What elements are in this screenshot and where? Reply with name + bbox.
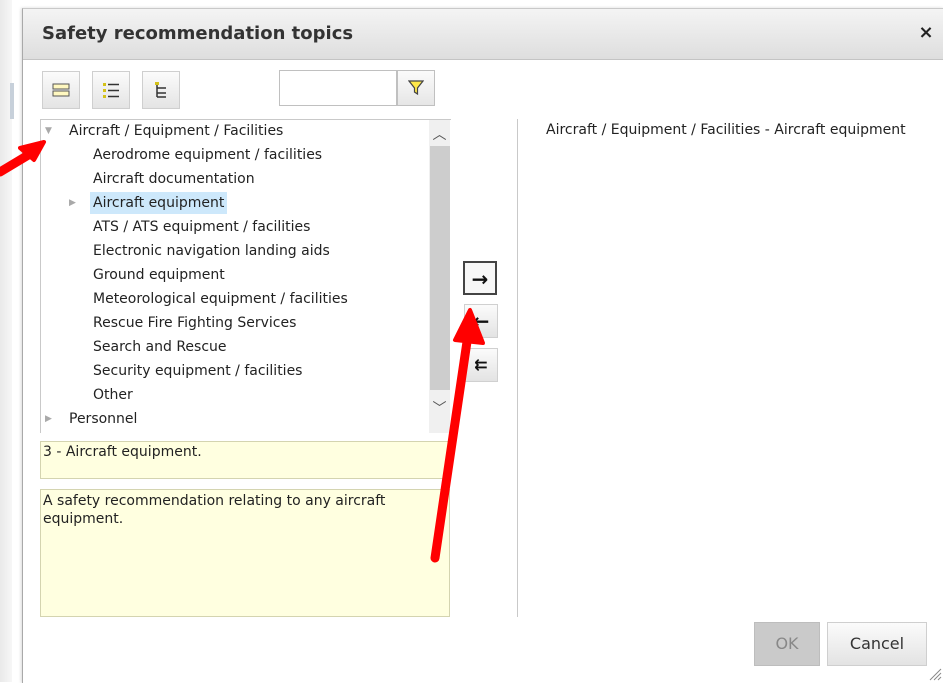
expand-all-icon xyxy=(103,83,119,98)
ok-button[interactable]: OK xyxy=(754,622,820,666)
dialog-titlebar: Safety recommendation topics × xyxy=(23,9,943,60)
search-input[interactable] xyxy=(279,70,397,106)
topics-tree[interactable]: ▼ Aircraft / Equipment / Facilities Aero… xyxy=(40,119,451,433)
collapsed-arrow-icon[interactable]: ▶ xyxy=(45,408,55,430)
dialog-title: Safety recommendation topics xyxy=(42,23,354,44)
remove-topic-button[interactable]: ← xyxy=(464,304,498,338)
collapse-tree-icon xyxy=(155,82,166,98)
list-item[interactable]: Aircraft / Equipment / Facilities - Airc… xyxy=(546,122,906,138)
tree-node-label-selected: Aircraft equipment xyxy=(90,192,228,214)
tree-node-label: Aerodrome equipment / facilities xyxy=(93,147,323,163)
tree-scrollbar[interactable]: ︿ ﹀ xyxy=(429,120,450,433)
tree-node-label: Security equipment / facilities xyxy=(93,363,303,379)
close-icon[interactable]: × xyxy=(916,22,936,44)
tree-node-label: Aircraft documentation xyxy=(93,171,255,187)
topic-description-field: A safety recommendation relating to any … xyxy=(40,489,450,617)
topic-code-field: 3 - Aircraft equipment. xyxy=(40,441,450,479)
cancel-button[interactable]: Cancel xyxy=(827,622,927,666)
tree-node-aircraft-documentation[interactable]: Aircraft documentation xyxy=(93,168,255,190)
tree-node-aerodrome[interactable]: Aerodrome equipment / facilities xyxy=(93,144,322,166)
tree-node-label: Search and Rescue xyxy=(93,339,227,355)
tree-node-label: Other xyxy=(93,387,133,403)
tree-node-label: Ground equipment xyxy=(93,267,225,283)
tree-node-label: Meteorological equipment / facilities xyxy=(93,291,348,307)
background-window-edge xyxy=(0,0,14,682)
list-view-icon xyxy=(52,83,70,97)
list-view-button[interactable] xyxy=(42,71,80,109)
tree-node-other[interactable]: Other xyxy=(93,384,133,406)
tree-node-label: Electronic navigation landing aids xyxy=(93,243,330,259)
tree-node-label: Rescue Fire Fighting Services xyxy=(93,315,297,331)
tree-node-search-rescue[interactable]: Search and Rescue xyxy=(93,336,227,358)
tree-node-electronic-navigation[interactable]: Electronic navigation landing aids xyxy=(93,240,330,262)
selected-topics-list[interactable]: Aircraft / Equipment / Facilities - Airc… xyxy=(517,119,943,617)
topics-dialog: Safety recommendation topics × ▼ Aircraf… xyxy=(22,8,943,683)
remove-all-topics-button[interactable]: ⇇ xyxy=(464,348,498,382)
scroll-thumb[interactable] xyxy=(430,146,450,390)
background-tab-marker xyxy=(10,83,14,119)
scroll-up-icon[interactable]: ︿ xyxy=(429,124,450,146)
expanded-arrow-icon[interactable]: ▼ xyxy=(45,120,55,142)
resize-grip-icon[interactable] xyxy=(928,667,942,681)
filter-button[interactable] xyxy=(397,70,435,106)
collapse-tree-button[interactable] xyxy=(142,71,180,109)
tree-node-label: Aircraft / Equipment / Facilities xyxy=(69,123,284,139)
filter-icon xyxy=(408,80,424,96)
tree-node-ground-equipment[interactable]: Ground equipment xyxy=(93,264,225,286)
tree-node-security[interactable]: Security equipment / facilities xyxy=(93,360,302,382)
expand-all-button[interactable] xyxy=(92,71,130,109)
tree-node-meteorological[interactable]: Meteorological equipment / facilities xyxy=(93,288,348,310)
tree-node-ats[interactable]: ATS / ATS equipment / facilities xyxy=(93,216,310,238)
scroll-down-icon[interactable]: ﹀ xyxy=(429,398,450,420)
add-topic-button[interactable]: → xyxy=(463,261,497,295)
tree-node-label: Personnel xyxy=(69,411,138,427)
tree-node-label: ATS / ATS equipment / facilities xyxy=(93,219,311,235)
tree-node-rescue-fire[interactable]: Rescue Fire Fighting Services xyxy=(93,312,296,334)
collapsed-arrow-icon[interactable]: ▶ xyxy=(69,192,79,214)
